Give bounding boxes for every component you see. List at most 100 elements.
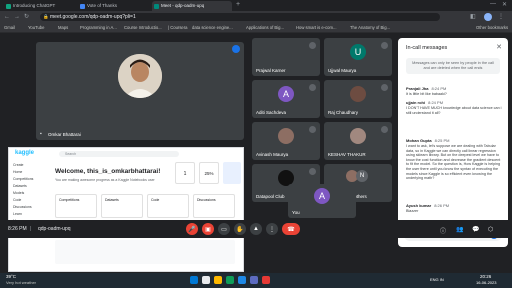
shared-screen-kaggle[interactable]: kaggle Search Create Home Competitions D…: [8, 147, 244, 272]
bookmark-data-science[interactable]: data science engine...: [192, 24, 233, 32]
chrome-icon[interactable]: [226, 276, 234, 284]
info-icon[interactable]: ⓘ: [440, 226, 446, 235]
profile-avatar[interactable]: [484, 13, 492, 21]
login-streak-card: 1: [175, 162, 195, 184]
bookmark-big-data-apps[interactable]: Applications of Big...: [246, 24, 284, 32]
mic-off-icon: [309, 168, 316, 175]
search-icon[interactable]: [202, 276, 210, 284]
captions-icon[interactable]: ▭: [218, 223, 230, 235]
participant-tile[interactable]: Raj Chaudhary: [324, 80, 392, 118]
tab-meet[interactable]: Meet - qdp-oadm-upq: [152, 1, 232, 11]
edge-icon[interactable]: [238, 276, 246, 284]
minimize-icon[interactable]: —: [490, 1, 496, 7]
bookmark-anatomy[interactable]: The Anatomy of Big...: [350, 24, 390, 32]
bookmark-coursera[interactable]: | Coursera: [168, 24, 187, 32]
chat-icon[interactable]: 💬: [472, 226, 479, 233]
participant-name: KESHAV THAKUR: [328, 152, 366, 157]
message-text: Blazzer: [406, 209, 419, 213]
message-text: I want to ask, let's suppose we are deal…: [406, 144, 501, 181]
leave-call-icon[interactable]: ☎: [282, 223, 300, 235]
raise-hand-icon[interactable]: ✋: [234, 223, 246, 235]
avatar: A: [278, 86, 294, 102]
camera-toggle-icon[interactable]: ▣: [202, 223, 214, 235]
windows-start-icon[interactable]: [190, 276, 198, 284]
kaggle-logo: kaggle: [15, 150, 35, 156]
category-card[interactable]: Datasets: [101, 194, 143, 218]
participant-tile[interactable]: A Aditi Sachdeva: [252, 80, 320, 118]
participant-tile[interactable]: U Ujjwal Maurya: [324, 38, 392, 76]
kaggle-illustration: [223, 162, 241, 184]
address-bar-row: ← → ↻ 🔒 meet.google.com/qdp-oadm-upq?pli…: [0, 11, 512, 23]
participant-tile[interactable]: Prajwal Karner: [252, 38, 320, 76]
file-explorer-icon[interactable]: [214, 276, 222, 284]
presenter-tile[interactable]: ▪ Omkar Bhattarai: [36, 42, 244, 140]
message-sender: ujjain rohi 8:24 PM: [406, 100, 444, 105]
tab-chatgpt[interactable]: Introducing ChatGPT: [4, 1, 74, 11]
bookmark-programming[interactable]: Programming in A...: [80, 24, 117, 32]
mic-off-icon: [381, 84, 388, 91]
person-photo-icon: [118, 54, 162, 98]
category-card[interactable]: Discussions: [193, 194, 235, 218]
store-icon[interactable]: [250, 276, 258, 284]
close-window-icon[interactable]: ✕: [502, 1, 507, 8]
extensions-icon[interactable]: ◧: [470, 13, 476, 21]
progress-card: 25%: [199, 162, 219, 184]
kaggle-nav-item[interactable]: Learn: [13, 211, 45, 218]
kaggle-search-input[interactable]: Search: [59, 151, 179, 157]
avatar-photo: [278, 128, 294, 144]
kaggle-nav-item[interactable]: Models: [13, 190, 45, 197]
kaggle-nav-item[interactable]: Create: [13, 162, 45, 169]
clock-time[interactable]: 20:26: [480, 274, 491, 279]
activities-icon[interactable]: ⬡: [488, 226, 493, 233]
participant-tile[interactable]: KESHAV THAKUR: [324, 122, 392, 160]
message-sender: Pranjali Jha 8:24 PM: [406, 86, 447, 91]
forward-icon[interactable]: →: [14, 13, 20, 21]
kaggle-nav-item[interactable]: Code: [13, 197, 45, 204]
participant-name: Aditi Sachdeva: [256, 110, 287, 115]
category-card[interactable]: Competitions: [55, 194, 97, 218]
kaggle-nav-item[interactable]: Discussions: [13, 204, 45, 211]
bookmark-gmail[interactable]: Gmail: [4, 24, 15, 32]
new-tab-icon[interactable]: +: [236, 1, 240, 8]
bookmark-other[interactable]: Other bookmarks: [476, 24, 508, 32]
language-indicator[interactable]: ENG IN: [430, 277, 444, 282]
meet-icon: [154, 4, 159, 9]
mic-off-icon: [381, 126, 388, 133]
bookmark-maps[interactable]: Maps: [58, 24, 68, 32]
menu-icon[interactable]: ⋮: [498, 13, 504, 21]
kaggle-nav-item[interactable]: Competitions: [13, 176, 45, 183]
chatgpt-icon: [6, 4, 11, 9]
category-card[interactable]: Code: [147, 194, 189, 218]
close-icon[interactable]: ✕: [496, 43, 502, 51]
bookmark-ecom[interactable]: How smart is e-com...: [296, 24, 337, 32]
kaggle-nav-item[interactable]: Home: [13, 169, 45, 176]
bookmark-course-intro[interactable]: Course Introductio...: [124, 24, 162, 32]
back-icon[interactable]: ←: [4, 13, 10, 21]
url-input[interactable]: 🔒 meet.google.com/qdp-oadm-upq?pli=1: [40, 13, 440, 21]
kaggle-nav-item[interactable]: Datasets: [13, 183, 45, 190]
mic-off-icon: [309, 42, 316, 49]
presenter-name: Omkar Bhattarai: [48, 132, 81, 137]
speaking-indicator-icon: [232, 45, 240, 53]
meeting-code: qdp-oadm-upq: [38, 226, 71, 232]
lock-icon: 🔒: [43, 14, 49, 19]
message-text: It is little bit like babaaki?: [406, 92, 447, 96]
mic-toggle-icon[interactable]: 🎤: [186, 223, 198, 235]
people-icon[interactable]: 👥: [456, 226, 463, 233]
self-tile[interactable]: A You: [288, 184, 356, 218]
more-options-icon[interactable]: ⋮: [266, 223, 278, 235]
chat-panel: In-call messages ✕ Messages can only be …: [398, 38, 508, 247]
app-icon[interactable]: [262, 276, 270, 284]
kaggle-focus-options[interactable]: [55, 240, 235, 264]
reload-icon[interactable]: ↻: [24, 13, 29, 21]
avatar: N: [356, 170, 368, 182]
tab-vote-of-thanks[interactable]: Vote of Thanks: [78, 1, 148, 11]
bookmark-youtube[interactable]: YouTube: [28, 24, 44, 32]
present-icon[interactable]: ▲: [250, 223, 262, 235]
weather-temp[interactable]: 39°C: [6, 274, 16, 279]
clock-date: 16-06-2023: [476, 280, 497, 285]
message-sender: Mohan Gupta 8:25 PM: [406, 138, 450, 143]
pin-icon[interactable]: ▪: [40, 131, 42, 137]
mic-off-icon: [381, 42, 388, 49]
participant-tile[interactable]: Avinash Maurya: [252, 122, 320, 160]
